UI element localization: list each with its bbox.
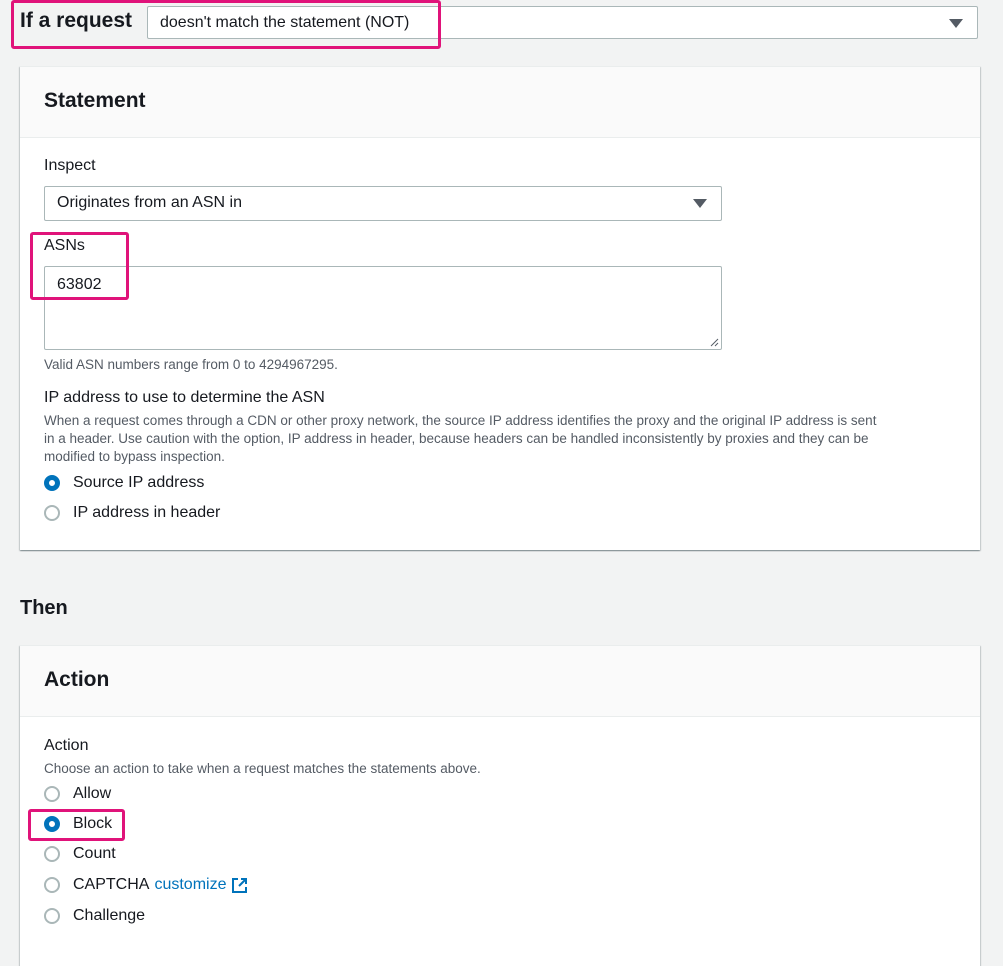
inspect-label: Inspect <box>44 157 96 174</box>
statement-panel: Statement Inspect Originates from an ASN… <box>20 66 980 550</box>
radio-button[interactable] <box>44 908 60 924</box>
caret-down-icon <box>949 19 963 28</box>
radio-label: CAPTCHA <box>73 876 150 893</box>
radio-label: Block <box>73 815 113 832</box>
radio-ip-in-header[interactable]: IP address in header <box>44 502 220 524</box>
match-statement-select[interactable]: doesn't match the statement (NOT) <box>147 6 978 39</box>
resize-handle-icon[interactable] <box>709 337 719 347</box>
ip-source-desc-1: When a request comes through a CDN or ot… <box>44 413 877 428</box>
radio-button[interactable] <box>44 786 60 802</box>
asns-hint: Valid ASN numbers range from 0 to 429496… <box>44 357 338 372</box>
action-field-desc: Choose an action to take when a request … <box>44 761 481 776</box>
external-link-icon[interactable] <box>231 877 248 894</box>
radio-label: IP address in header <box>73 504 221 521</box>
ip-source-label: IP address to use to determine the ASN <box>44 389 325 406</box>
action-title: Action <box>44 668 110 691</box>
ip-source-desc-2: in a header. Use caution with the option… <box>44 431 869 446</box>
radio-source-ip[interactable]: Source IP address <box>44 472 204 494</box>
asns-label: ASNs <box>44 237 85 254</box>
ip-source-desc-3: modified to bypass inspection. <box>44 449 225 464</box>
rule-condition-row: If a request doesn't match the statement… <box>0 0 1003 50</box>
radio-captcha[interactable]: CAPTCHA customize <box>44 874 248 896</box>
inspect-select-value: Originates from an ASN in <box>57 194 242 211</box>
radio-allow[interactable]: Allow <box>44 783 111 805</box>
caret-down-icon <box>693 199 707 208</box>
statement-panel-header: Statement <box>20 67 980 138</box>
if-a-request-label: If a request <box>20 9 133 32</box>
radio-block[interactable]: Block <box>44 813 112 835</box>
action-field-label: Action <box>44 737 89 754</box>
customize-link[interactable]: customize <box>154 876 226 894</box>
radio-button[interactable] <box>44 877 60 893</box>
radio-count[interactable]: Count <box>44 843 116 865</box>
radio-button[interactable] <box>44 816 60 832</box>
inspect-select[interactable]: Originates from an ASN in <box>44 186 722 221</box>
action-panel-header: Action <box>20 646 980 717</box>
radio-label: Challenge <box>73 907 146 924</box>
action-panel: Action Action Choose an action to take w… <box>20 645 980 966</box>
radio-button[interactable] <box>44 846 60 862</box>
radio-label: Allow <box>73 785 112 802</box>
then-heading: Then <box>20 597 68 619</box>
radio-label: Source IP address <box>73 474 205 491</box>
statement-title: Statement <box>44 89 146 112</box>
radio-button[interactable] <box>44 505 60 521</box>
asns-textarea[interactable]: 63802 <box>44 266 722 350</box>
radio-button[interactable] <box>44 475 60 491</box>
radio-challenge[interactable]: Challenge <box>44 905 145 927</box>
radio-label: Count <box>73 845 116 862</box>
match-statement-value: doesn't match the statement (NOT) <box>160 14 410 31</box>
asns-value: 63802 <box>57 276 102 293</box>
